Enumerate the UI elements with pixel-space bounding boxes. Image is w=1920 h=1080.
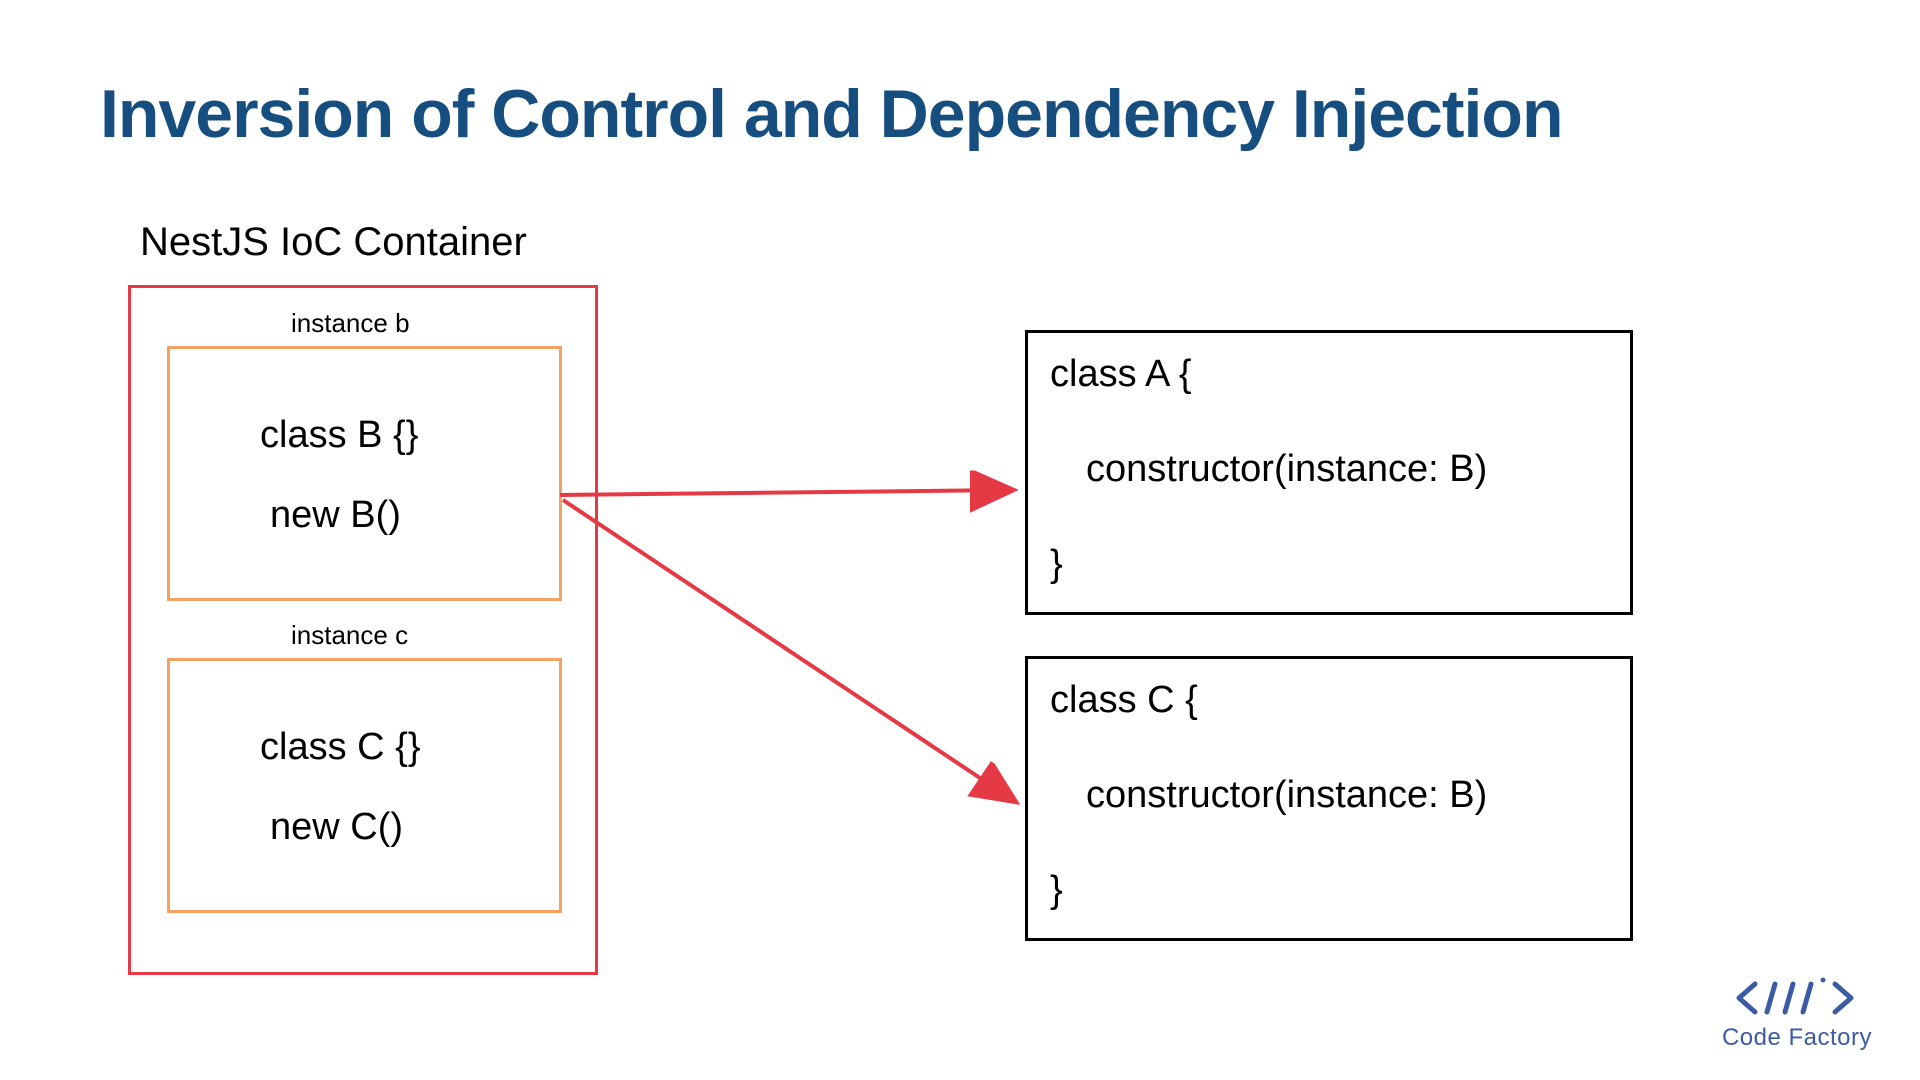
class-a-closer: }	[1050, 543, 1063, 586]
ioc-container-box: instance b class B {} new B() instance c…	[128, 285, 598, 975]
ioc-container-label: NestJS IoC Container	[140, 220, 527, 265]
class-c-box: class C { constructor(instance: B) }	[1025, 656, 1633, 941]
arrow-b-to-a	[560, 490, 1010, 495]
instance-c-new-expr: new C()	[270, 806, 403, 849]
instance-b-class-decl: class B {}	[260, 414, 418, 457]
class-a-header: class A {	[1050, 353, 1192, 396]
instance-c-class-decl: class C {}	[260, 726, 421, 769]
code-factory-logo: Code Factory	[1722, 972, 1872, 1052]
arrow-b-to-c	[563, 500, 1013, 800]
instance-b-label: instance b	[291, 308, 410, 339]
instance-c-label: instance c	[291, 620, 408, 651]
logo-icon	[1722, 972, 1872, 1020]
class-c-constructor: constructor(instance: B)	[1086, 774, 1487, 817]
class-a-box: class A { constructor(instance: B) }	[1025, 330, 1633, 615]
page-title: Inversion of Control and Dependency Inje…	[100, 75, 1563, 153]
class-a-constructor: constructor(instance: B)	[1086, 448, 1487, 491]
class-c-closer: }	[1050, 869, 1063, 912]
instance-b-box: class B {} new B()	[167, 346, 562, 601]
class-c-header: class C {	[1050, 679, 1198, 722]
logo-text: Code Factory	[1722, 1024, 1872, 1052]
instance-b-new-expr: new B()	[270, 494, 401, 537]
instance-c-box: class C {} new C()	[167, 658, 562, 913]
